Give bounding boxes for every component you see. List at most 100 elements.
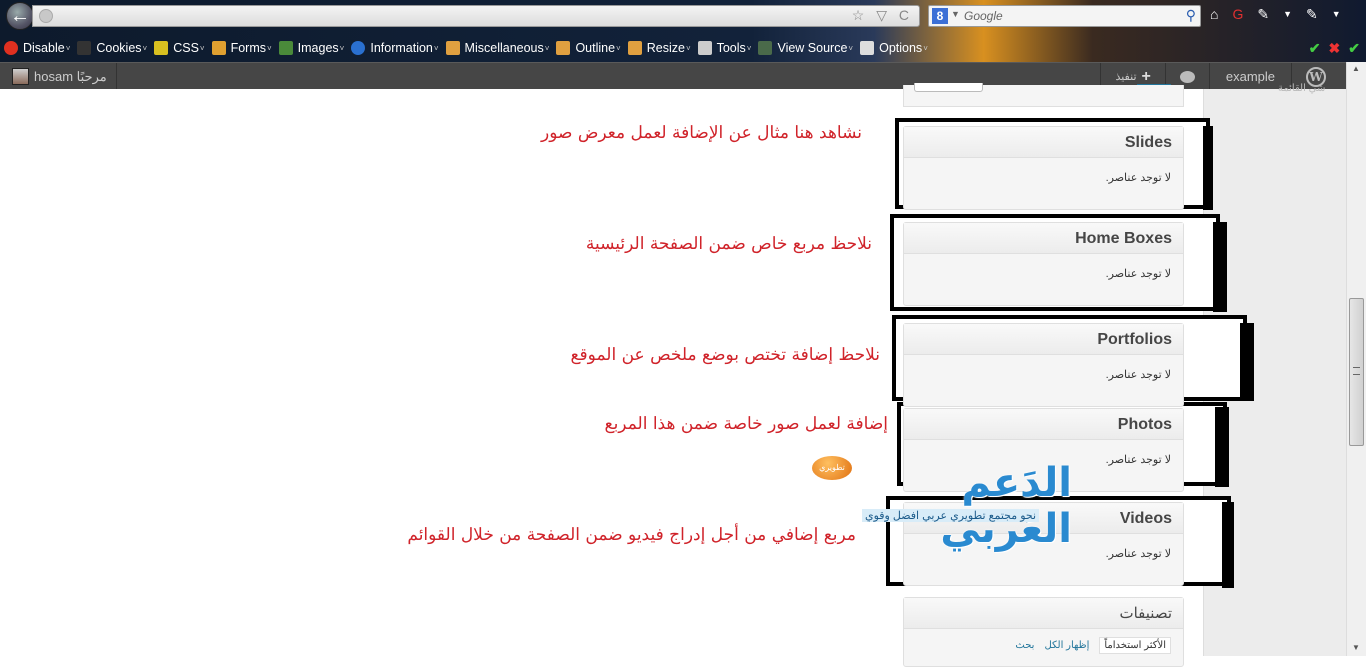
devtool-menu-information[interactable]: Information ˅ bbox=[351, 41, 439, 55]
forms-icon bbox=[211, 41, 226, 55]
view-source-icon bbox=[758, 41, 773, 55]
devtool-label: View Source bbox=[777, 41, 848, 55]
disable-icon bbox=[4, 41, 18, 55]
tab-search[interactable]: بحث bbox=[1015, 640, 1034, 651]
chevron-down-icon: ˅ bbox=[199, 43, 205, 53]
metabox-title[interactable]: Photos bbox=[904, 409, 1183, 440]
addon-icon[interactable]: G bbox=[1232, 6, 1243, 23]
metabox-button[interactable] bbox=[914, 83, 983, 92]
annotation-text: نشاهد هنا مثال عن الإضافة لعمل معرض صور bbox=[541, 123, 862, 143]
chevron-down-icon: ˅ bbox=[433, 43, 439, 53]
metabox-empty-text: لا توجد عناصر. bbox=[1105, 268, 1171, 280]
chevron-down-icon[interactable]: ▼ bbox=[951, 9, 960, 19]
scrollbar-thumb[interactable] bbox=[1349, 298, 1364, 446]
devtool-label: CSS bbox=[173, 41, 199, 55]
devtool-label: Miscellaneous bbox=[464, 41, 544, 55]
globe-icon bbox=[39, 9, 53, 23]
chevron-down-icon: ˅ bbox=[65, 43, 71, 53]
tab-show-all[interactable]: إظهار الكل bbox=[1044, 640, 1089, 651]
chevron-down-icon: ˅ bbox=[267, 43, 272, 53]
user-menu[interactable]: hosam مرحبًا bbox=[0, 63, 117, 90]
devtool-menu-options[interactable]: Options ˅ bbox=[860, 41, 928, 55]
devtool-label: Disable bbox=[23, 41, 65, 55]
watermark-logo: تطويري الدَعم العَربي نحو مجتمع تطويري ع… bbox=[812, 456, 1072, 552]
frame-shadow bbox=[1222, 502, 1234, 588]
tools-icon bbox=[697, 41, 712, 55]
devtool-label: Tools bbox=[716, 41, 746, 55]
vertical-scrollbar[interactable]: ▲ ▼ bbox=[1346, 62, 1366, 656]
scroll-up-arrow-icon[interactable]: ▲ bbox=[1352, 64, 1360, 73]
chevron-down-icon: ˅ bbox=[544, 43, 550, 53]
check-icon[interactable]: ✔ bbox=[1348, 40, 1360, 57]
chevron-down-icon: ˅ bbox=[616, 43, 621, 53]
devtool-menu-forms[interactable]: Forms ˅ bbox=[211, 41, 272, 55]
metabox-empty-text: لا توجد عناصر. bbox=[1105, 172, 1171, 184]
dropdown-icon[interactable]: ▼ bbox=[1283, 9, 1292, 23]
devtool-label: Resize bbox=[646, 41, 685, 55]
metabox-title[interactable]: Slides bbox=[904, 127, 1183, 158]
web-developer-toolbar: Disable ˅ Cookies ˅ CSS ˅ Forms ˅ Images ˅ Informa… bbox=[0, 36, 1366, 60]
search-placeholder[interactable]: Google bbox=[964, 9, 1003, 23]
metabox-portfolios: Portfolios لا توجد عناصر. bbox=[903, 323, 1184, 407]
devtool-menu-images[interactable]: Images ˅ bbox=[278, 41, 344, 55]
categories-tabs: الأكثر استخداماً إظهار الكل بحث bbox=[1015, 637, 1171, 654]
google-icon[interactable]: 8 bbox=[932, 8, 948, 24]
devtool-label: Forms bbox=[230, 41, 266, 55]
tools-icon[interactable]: ✎ bbox=[1257, 6, 1269, 23]
chevron-down-icon: ˅ bbox=[746, 43, 752, 53]
metabox-title[interactable]: Portfolios bbox=[904, 324, 1183, 355]
devtool-label: Images bbox=[297, 41, 339, 55]
annotation-text: نلاحظ مربع خاص ضمن الصفحة الرئيسية bbox=[585, 234, 872, 254]
back-button[interactable]: ← bbox=[6, 2, 34, 30]
search-bar[interactable]: 8 ▼ Google ⚲ bbox=[928, 5, 1201, 27]
devtool-label: Cookies bbox=[96, 41, 142, 55]
information-icon bbox=[351, 41, 366, 55]
devtool-menu-miscellaneous[interactable]: Miscellaneous ˅ bbox=[445, 41, 550, 55]
watermark-tagline: نحو مجتمع تطويري عربي افضل وقوي bbox=[862, 509, 1040, 522]
plus-icon: + bbox=[1141, 67, 1151, 85]
url-controls[interactable]: ☆ ▽ C bbox=[852, 7, 913, 24]
devtool-menu-outline[interactable]: Outline ˅ bbox=[556, 41, 621, 55]
annotation-text: إضافة لعمل صور خاصة ضمن هذا المربع bbox=[604, 414, 888, 434]
options-icon bbox=[860, 41, 875, 55]
dropdown-icon[interactable]: ▼ bbox=[1332, 9, 1341, 23]
metabox-link[interactable] bbox=[1137, 84, 1171, 85]
url-bar[interactable]: ☆ ▽ C bbox=[32, 5, 920, 27]
check-icon[interactable]: ✔ bbox=[1309, 40, 1321, 57]
devtool-menu-resize[interactable]: Resize ˅ bbox=[627, 41, 691, 55]
devtool-label: Outline bbox=[575, 41, 616, 55]
nav-icons: ⌂ G ✎ ▼ ✎ ▼ bbox=[1210, 6, 1341, 23]
sidebar-menu-link[interactable]: شي القائمة bbox=[1278, 83, 1325, 94]
categories-title: تصنيفات bbox=[904, 598, 1183, 629]
devtool-menu-tools[interactable]: Tools ˅ bbox=[697, 41, 752, 55]
devtool-label: Information bbox=[370, 41, 433, 55]
home-icon[interactable]: ⌂ bbox=[1210, 6, 1218, 23]
tab-most-used[interactable]: الأكثر استخداماً bbox=[1099, 637, 1171, 654]
extension-icon[interactable]: ✎ bbox=[1306, 6, 1318, 23]
categories-box: تصنيفات الأكثر استخداماً إظهار الكل بحث bbox=[903, 597, 1184, 667]
scroll-down-arrow-icon[interactable]: ▼ bbox=[1352, 643, 1360, 652]
watermark-title: الدَعم العَربي bbox=[940, 460, 1072, 552]
chevron-down-icon: ˅ bbox=[848, 43, 854, 53]
devtool-menu-cookies[interactable]: Cookies ˅ bbox=[77, 41, 147, 55]
greeting: مرحبًا bbox=[76, 68, 107, 84]
metabox-title[interactable]: Home Boxes bbox=[904, 223, 1183, 254]
error-icon[interactable]: ✖ bbox=[1329, 40, 1341, 57]
metabox-slides: Slides لا توجد عناصر. bbox=[903, 126, 1184, 210]
frame-shadow bbox=[1215, 407, 1229, 487]
annotation-text: نلاحظ إضافة تختص بوضع ملخص عن الموقع bbox=[570, 345, 881, 365]
grip-icon bbox=[1353, 367, 1360, 375]
metabox-empty-text: لا توجد عناصر. bbox=[1105, 369, 1171, 381]
resize-icon bbox=[627, 41, 642, 55]
validation-status: ✔ ✖ ✔ bbox=[1309, 40, 1360, 57]
search-icon[interactable]: ⚲ bbox=[1186, 7, 1196, 24]
cookies-icon bbox=[77, 41, 92, 55]
devtool-menu-css[interactable]: CSS ˅ bbox=[154, 41, 205, 55]
images-icon bbox=[278, 41, 293, 55]
new-label: تنفيذ bbox=[1115, 71, 1137, 83]
devtool-menu-disable[interactable]: Disable ˅ bbox=[4, 41, 70, 55]
page-content: شي القائمة Slides لا توجد عناصر. Home Boxe… bbox=[0, 83, 1346, 667]
chevron-down-icon: ˅ bbox=[923, 43, 928, 53]
devtool-menu-view-source[interactable]: View Source ˅ bbox=[758, 41, 853, 55]
outline-icon bbox=[556, 41, 571, 55]
